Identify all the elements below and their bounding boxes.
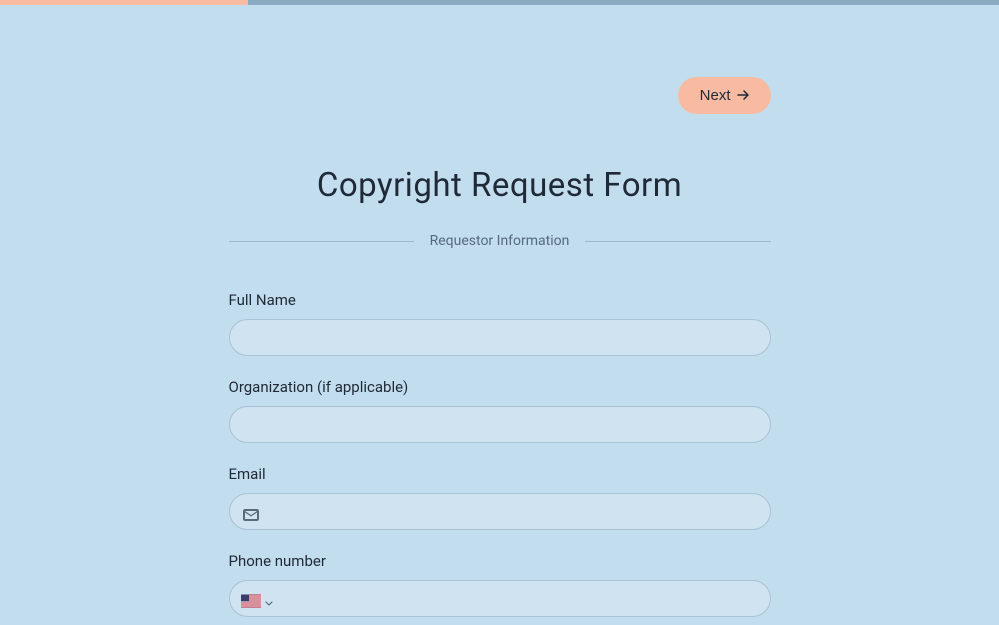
organization-label: Organization (if applicable): [229, 378, 771, 396]
next-button-label: Next: [700, 87, 731, 104]
chevron-down-icon: [264, 594, 274, 604]
phone-label: Phone number: [229, 552, 771, 570]
full-name-label: Full Name: [229, 291, 771, 309]
progress-fill: [0, 0, 248, 5]
page-title: Copyright Request Form: [229, 166, 771, 205]
arrow-right-icon: [737, 88, 749, 104]
email-label: Email: [229, 465, 771, 483]
divider-line-right: [585, 241, 770, 242]
us-flag-icon: [241, 592, 261, 605]
divider-line-left: [229, 241, 414, 242]
section-label: Requestor Information: [414, 233, 586, 249]
organization-input[interactable]: [229, 406, 771, 443]
phone-input[interactable]: [229, 580, 771, 617]
email-input[interactable]: [229, 493, 771, 530]
full-name-input[interactable]: [229, 319, 771, 356]
country-flag-selector[interactable]: [241, 592, 274, 605]
section-divider: Requestor Information: [229, 233, 771, 249]
next-button[interactable]: Next: [678, 77, 771, 114]
progress-bar: [0, 0, 999, 5]
